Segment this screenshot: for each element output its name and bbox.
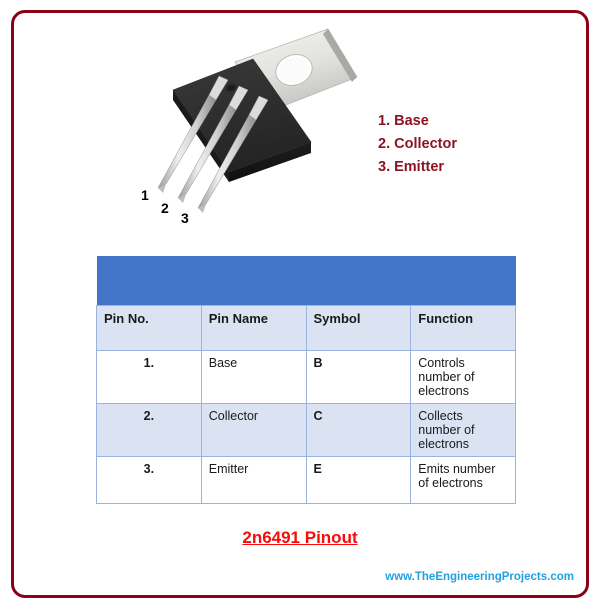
pin-marker-2: 2 — [161, 200, 169, 216]
cell-pin-name: Collector — [200, 402, 307, 457]
cell-symbol: B — [305, 349, 412, 404]
cell-function: Emits number of electrons — [410, 455, 516, 504]
cell-pin-no: 2. — [96, 402, 202, 457]
table-body: 1. Base B Controls number of electrons 2… — [96, 349, 516, 504]
column-header-pin-no: Pin No. — [96, 304, 202, 351]
to-220-transistor-illustration: 1 2 3 — [141, 28, 358, 226]
table-row: 3. Emitter E Emits number of electrons — [96, 455, 516, 504]
pin-marker-3: 3 — [181, 210, 189, 226]
pin-legend-item-3: 3. Emitter — [378, 159, 445, 175]
table-column-heads: Pin No. Pin Name Symbol Function — [96, 304, 516, 351]
cell-function: Collects number of electrons — [410, 402, 516, 457]
cell-symbol: C — [305, 402, 412, 457]
pinout-table: Pin No. Pin Name Symbol Function 1. Base… — [96, 256, 516, 504]
cell-pin-name: Emitter — [200, 455, 307, 504]
pin-marker-1: 1 — [141, 187, 149, 203]
table-row: 2. Collector C Collects number of electr… — [96, 402, 516, 457]
table-banner-head — [96, 256, 516, 305]
pin-legend-item-2: 2. Collector — [378, 136, 457, 152]
cell-pin-no: 1. — [96, 349, 202, 404]
cell-symbol: E — [305, 455, 412, 504]
table-header-row: Pin No. Pin Name Symbol Function — [96, 304, 516, 351]
site-watermark: www.TheEngineeringProjects.com — [385, 571, 574, 583]
cell-pin-no: 3. — [96, 455, 202, 504]
column-header-function: Function — [410, 304, 516, 351]
page-title: 2n6491 Pinout — [242, 528, 358, 547]
cell-function: Controls number of electrons — [410, 349, 516, 404]
pin-legend: 1. Base 2. Collector 3. Emitter — [378, 110, 528, 179]
cell-pin-name: Base — [200, 349, 307, 404]
column-header-symbol: Symbol — [305, 304, 412, 351]
table-banner-cell — [96, 256, 516, 305]
table-row: 1. Base B Controls number of electrons — [96, 349, 516, 404]
pin-legend-item-1: 1. Base — [378, 113, 429, 129]
transistor-figure: 1 2 3 — [130, 22, 380, 237]
table-banner-row — [96, 256, 516, 305]
column-header-pin-name: Pin Name — [200, 304, 307, 351]
